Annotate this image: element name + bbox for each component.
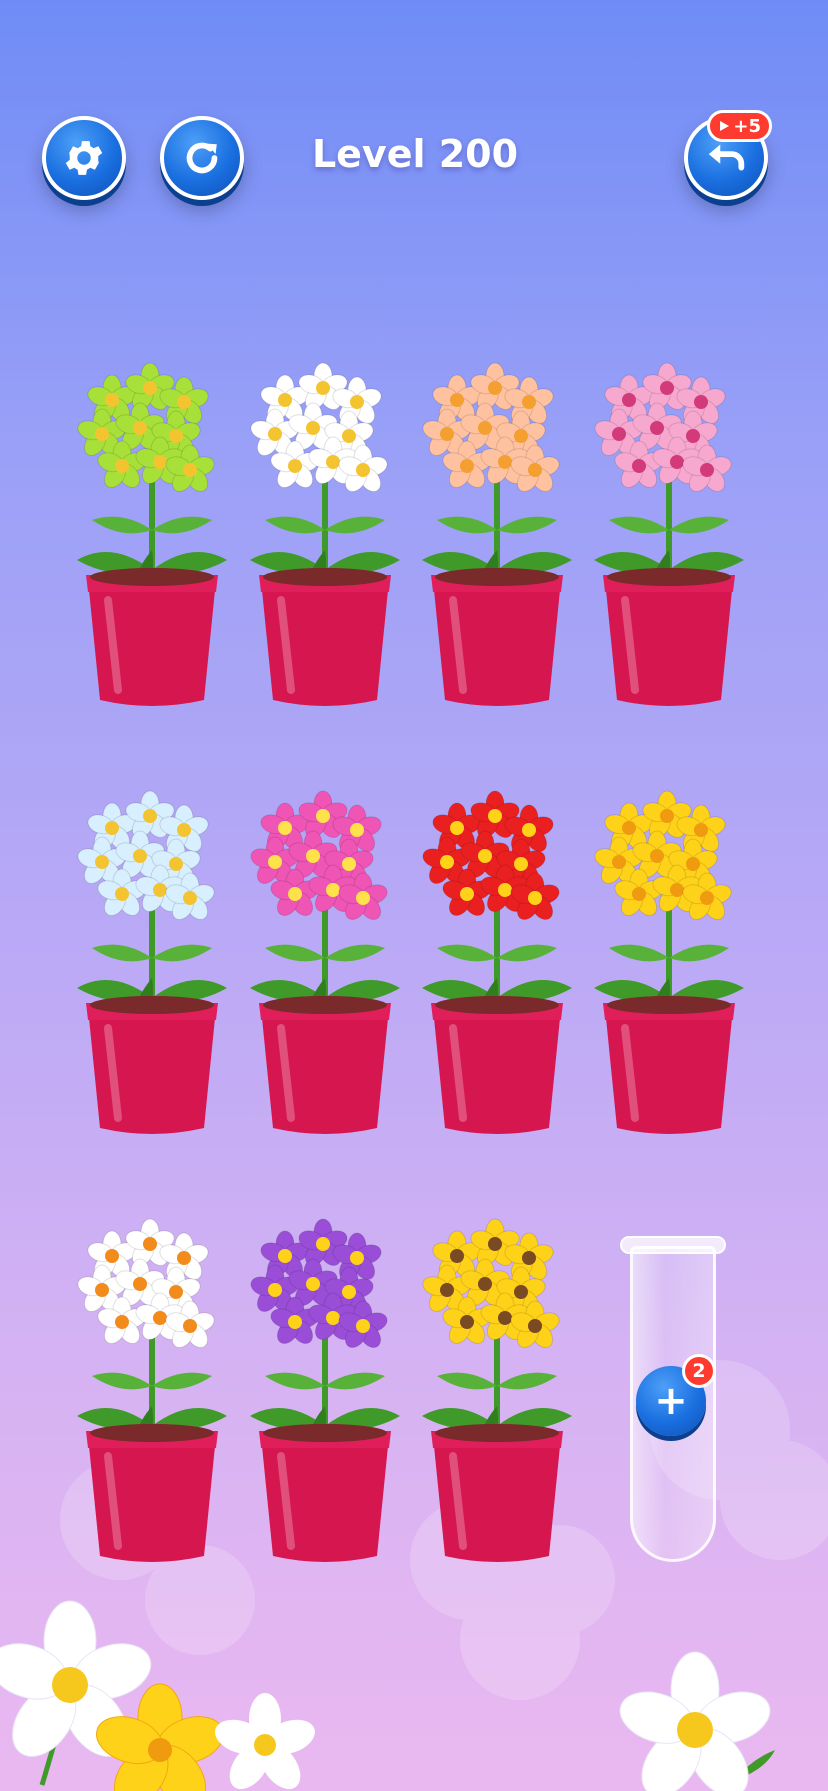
video-ad-icon bbox=[720, 121, 730, 131]
pot-11[interactable] bbox=[417, 1218, 577, 1566]
tube-rim bbox=[620, 1236, 726, 1254]
pot-9[interactable] bbox=[72, 1218, 232, 1566]
pot-6-graphic bbox=[250, 790, 400, 1134]
pot-3-graphic bbox=[422, 362, 572, 706]
level-title: Level 200 bbox=[311, 132, 519, 176]
decor-flower-yellow bbox=[96, 1683, 224, 1791]
pot-8[interactable] bbox=[589, 790, 749, 1138]
pot-2-graphic bbox=[250, 362, 400, 706]
add-slot-count-badge: 2 bbox=[682, 1354, 716, 1388]
pot-10-graphic bbox=[250, 1218, 400, 1562]
undo-count-label: +5 bbox=[733, 115, 761, 137]
pot-10[interactable] bbox=[245, 1218, 405, 1566]
pot-4-graphic bbox=[594, 362, 744, 706]
pot-6[interactable] bbox=[245, 790, 405, 1138]
decor-flower-white-right bbox=[619, 1651, 775, 1791]
pot-8-graphic bbox=[594, 790, 744, 1134]
pot-7-graphic bbox=[422, 790, 572, 1134]
pot-1-graphic bbox=[77, 362, 227, 706]
settings-button[interactable] bbox=[42, 116, 126, 200]
restart-button[interactable] bbox=[160, 116, 244, 200]
pot-9-graphic bbox=[77, 1218, 227, 1562]
pot-4[interactable] bbox=[589, 362, 749, 710]
extra-slot-tube[interactable]: + 2 bbox=[620, 1236, 726, 1562]
decor-flower-white-left bbox=[0, 1600, 152, 1786]
pot-2[interactable] bbox=[245, 362, 405, 710]
decor-flower-white-small bbox=[215, 1693, 315, 1790]
pot-7[interactable] bbox=[417, 790, 577, 1138]
pot-5[interactable] bbox=[72, 790, 232, 1138]
undo-button[interactable]: +5 bbox=[684, 110, 772, 200]
undo-count-badge: +5 bbox=[707, 110, 772, 142]
pot-3[interactable] bbox=[417, 362, 577, 710]
pot-11-graphic bbox=[422, 1218, 572, 1562]
pot-1[interactable] bbox=[72, 362, 232, 710]
pot-5-graphic bbox=[77, 790, 227, 1134]
plus-icon: + bbox=[654, 1378, 688, 1424]
restart-icon bbox=[186, 142, 218, 174]
add-slot-button[interactable]: + 2 bbox=[636, 1354, 716, 1436]
gear-icon bbox=[65, 141, 103, 175]
